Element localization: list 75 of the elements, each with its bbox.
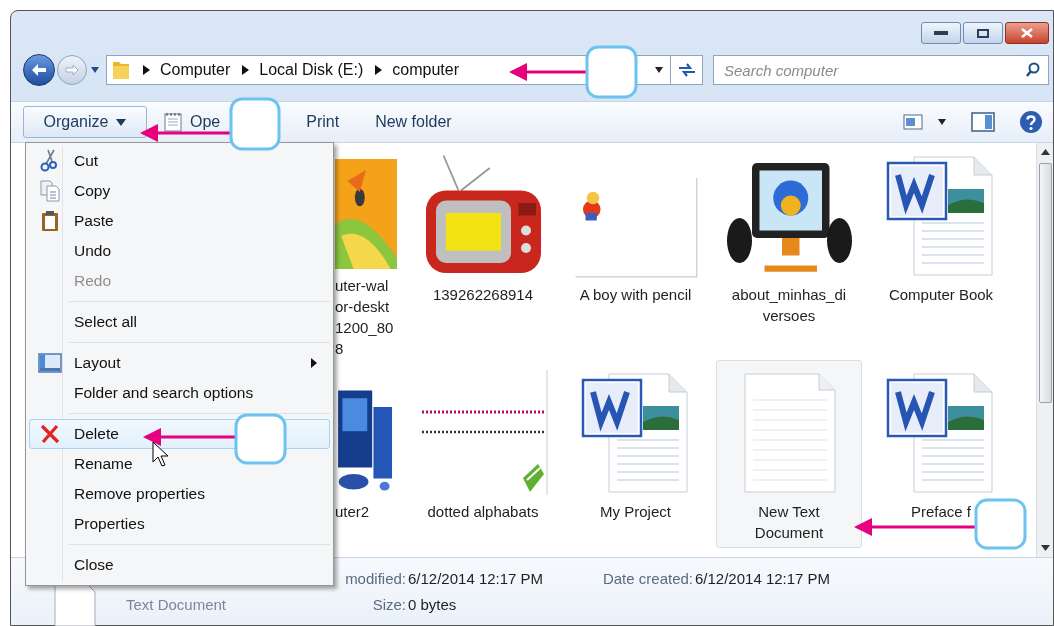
history-dropdown-icon[interactable]: [90, 66, 100, 74]
file-item[interactable]: Preface f: [868, 360, 1014, 543]
layout-icon: [38, 353, 62, 373]
search-icon: [1025, 62, 1041, 78]
search-field[interactable]: Search computer: [713, 55, 1049, 85]
word-document-icon: [580, 370, 691, 495]
caret-icon[interactable]: [937, 118, 947, 126]
file-item[interactable]: uter-wal or-deskt 1200_80 8: [334, 143, 408, 360]
maximize-button[interactable]: [963, 22, 1003, 44]
minimize-button[interactable]: [921, 22, 961, 44]
chevron-icon[interactable]: [143, 65, 150, 75]
refresh-button[interactable]: [671, 55, 703, 85]
breadcrumb[interactable]: Local Disk (E:): [259, 58, 364, 82]
menu-item[interactable]: Folder and search options: [29, 378, 330, 408]
menu-item[interactable]: Copy: [29, 176, 330, 206]
file-item[interactable]: dotted alphabats: [411, 360, 555, 543]
toolbar-button[interactable]: Print: [295, 106, 351, 138]
menu-item[interactable]: Cut: [29, 146, 330, 176]
field-label: Date created:: [601, 569, 693, 589]
menu-item[interactable]: Undo: [29, 236, 330, 266]
view-icon[interactable]: [903, 114, 923, 130]
menu-item[interactable]: Remove properties: [29, 479, 330, 509]
copy-icon: [40, 180, 60, 202]
scissors-icon: [40, 149, 60, 173]
caret-icon: [116, 118, 127, 126]
file-item[interactable]: Computer Book: [868, 143, 1014, 360]
breadcrumb[interactable]: Computer: [160, 58, 231, 82]
toolbar-button[interactable]: Ope: [153, 106, 232, 138]
word-document-icon: [886, 370, 996, 495]
file-item[interactable]: My Project: [561, 360, 710, 543]
word-document-icon: [886, 153, 996, 278]
callout-marker: [974, 498, 1027, 550]
mouse-pointer-icon: [152, 441, 169, 467]
chevron-icon[interactable]: [242, 65, 250, 75]
menu-item[interactable]: Select all: [29, 307, 330, 337]
scrollbar[interactable]: [1036, 143, 1053, 557]
close-icon: [1021, 28, 1033, 38]
folder-icon: [111, 59, 131, 81]
field-value: 6/12/2014 12:17 PM: [695, 569, 831, 589]
menu-item[interactable]: Rename: [29, 449, 330, 479]
chevron-icon[interactable]: [375, 65, 383, 75]
callout-marker: [234, 413, 287, 465]
back-button[interactable]: [23, 54, 55, 86]
scroll-up-icon[interactable]: [1040, 149, 1050, 155]
scroll-thumb[interactable]: [1038, 163, 1052, 403]
notepad-icon: [164, 112, 182, 132]
menu-item[interactable]: Close: [29, 550, 330, 580]
field-value: 6/12/2014 12:17 PM: [408, 569, 544, 589]
file-item[interactable]: 139262268914: [411, 143, 555, 360]
toolbar-button[interactable]: Organize: [23, 106, 147, 138]
file-item[interactable]: uter2: [334, 360, 408, 543]
forward-arrow-icon: [65, 64, 79, 76]
file-type: Text Document: [126, 595, 227, 615]
menu-item[interactable]: Paste: [29, 206, 330, 236]
help-icon[interactable]: [1019, 110, 1043, 134]
menu-item[interactable]: Properties: [29, 509, 330, 539]
close-button[interactable]: [1005, 22, 1049, 44]
preview-pane-icon[interactable]: [971, 112, 995, 132]
breadcrumb[interactable]: computer: [392, 58, 459, 82]
menu-item[interactable]: Layout: [29, 348, 330, 378]
file-item[interactable]: New Text Document: [716, 360, 862, 548]
field-label: modified:: [344, 569, 406, 589]
scroll-down-icon[interactable]: [1040, 545, 1050, 551]
refresh-icon: [676, 62, 697, 78]
field-label: Size:: [371, 595, 406, 615]
submenu-arrow-icon: [311, 358, 317, 368]
callout-marker: [585, 45, 638, 99]
back-arrow-icon: [31, 63, 47, 77]
file-item[interactable]: A boy with pencil: [561, 143, 710, 360]
dropdown-icon[interactable]: [654, 66, 664, 74]
clipboard-icon: [40, 210, 60, 232]
file-item[interactable]: about_minhas_di versoes: [716, 143, 862, 360]
delete-icon: [40, 424, 60, 444]
toolbar-button[interactable]: New folder: [364, 106, 463, 138]
field-value: 0 bytes: [408, 595, 457, 615]
